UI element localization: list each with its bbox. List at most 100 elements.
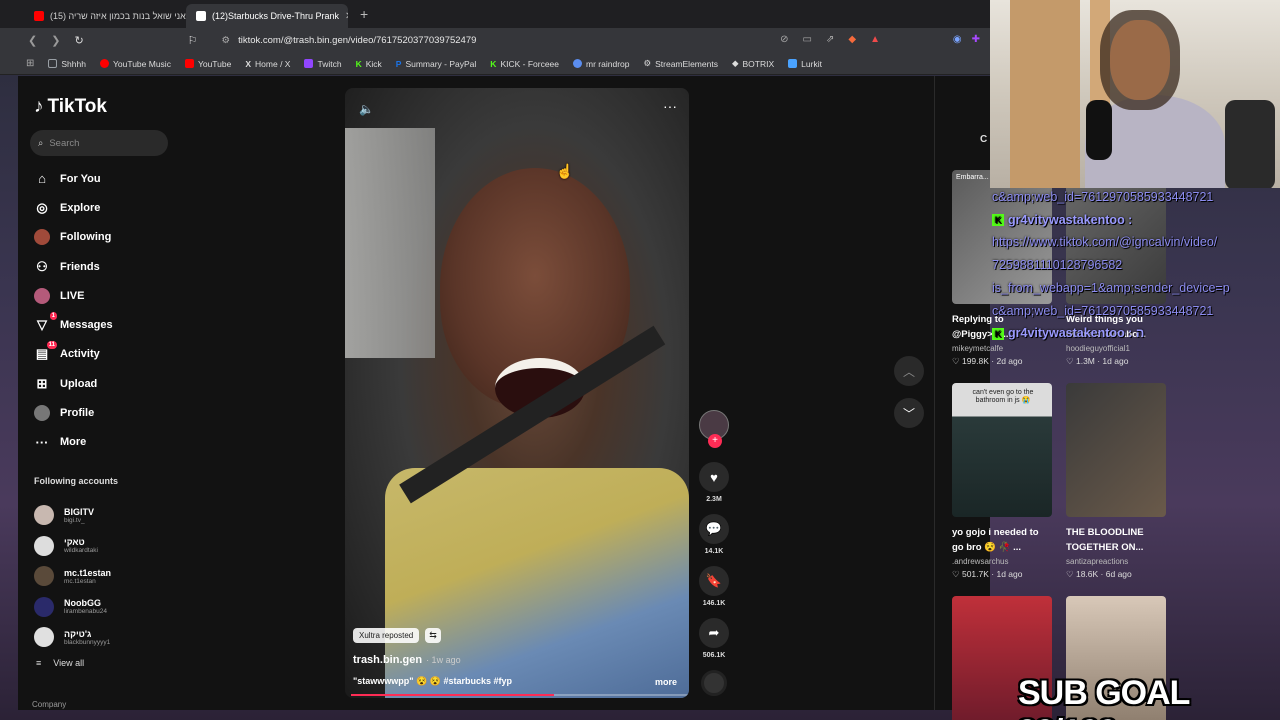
following-account[interactable]: טאקי wildkardtaki bbox=[34, 531, 111, 562]
sidebar-item-upload[interactable]: ⊞ Upload bbox=[34, 369, 113, 398]
video-card-title[interactable]: yo gojo i needed to go bro 😵 🥀 ... bbox=[952, 525, 1052, 555]
browser-tab-tiktok[interactable]: (12)Starbucks Drive-Thru Prank ✕ bbox=[186, 4, 348, 28]
company-link[interactable]: Company bbox=[32, 700, 66, 709]
share-count: 506.1K bbox=[702, 652, 726, 659]
comment-count: 14.1K bbox=[704, 548, 724, 555]
back-button[interactable]: ❮ bbox=[28, 34, 37, 47]
folder-icon bbox=[48, 59, 58, 68]
chat-line: Kgr4vitywastakentoo : ה bbox=[992, 322, 1280, 345]
sidebar-item-explore[interactable]: ◎ Explore bbox=[34, 193, 113, 222]
kick-icon: K bbox=[490, 58, 497, 69]
previous-video-button[interactable]: ︿ bbox=[894, 356, 924, 386]
avatar bbox=[34, 566, 54, 587]
video-thumbnail[interactable] bbox=[1066, 383, 1166, 517]
new-tab-button[interactable]: + bbox=[360, 6, 368, 22]
bookmark-item[interactable]: K Kick bbox=[356, 59, 382, 69]
bookmark-item[interactable]: P Summary - PayPal bbox=[396, 59, 477, 69]
comment-button[interactable]: 💬 bbox=[699, 514, 729, 544]
video-player[interactable]: 🔈 ··· Xultra reposted ⇆ trash.bin.gen · … bbox=[345, 88, 689, 698]
forward-button[interactable]: ❯ bbox=[51, 34, 60, 47]
extension-icon[interactable]: ✚ bbox=[972, 34, 980, 45]
extension-icon[interactable]: ◉ bbox=[953, 34, 962, 45]
sidebar-item-profile[interactable]: Profile bbox=[34, 398, 113, 427]
follow-plus-icon[interactable]: + bbox=[708, 434, 722, 448]
creator-avatar[interactable]: + bbox=[699, 410, 729, 448]
bookmark-item[interactable]: mr raindrop bbox=[573, 59, 629, 69]
view-all-link[interactable]: ≡ View all bbox=[36, 658, 84, 668]
save-count: 146.1K bbox=[702, 600, 726, 607]
twitch-icon bbox=[304, 59, 314, 68]
bookmark-item[interactable]: Shhhh bbox=[48, 59, 86, 69]
bookmark-star-icon[interactable]: ⚐ bbox=[188, 34, 198, 47]
music-disc-icon[interactable] bbox=[701, 670, 727, 696]
bookmark-item[interactable]: ◆ BOTRIX bbox=[732, 58, 774, 69]
following-accounts-heading: Following accounts bbox=[34, 476, 119, 486]
chat-line: https://www.tiktok.com/@igncalvin/video/ bbox=[992, 235, 1218, 250]
tiktok-logo[interactable]: ♪ TikTok bbox=[34, 96, 107, 118]
video-card[interactable]: can't even go to the bathroom in js 😭 yo… bbox=[952, 383, 1052, 580]
video-author[interactable]: trash.bin.gen · 1w ago bbox=[353, 654, 461, 666]
like-button[interactable]: ♥ bbox=[699, 462, 729, 492]
url-field[interactable]: tiktok.com/@trash.bin.gen/video/76175203… bbox=[238, 35, 476, 46]
video-progress-bar[interactable] bbox=[351, 694, 689, 696]
sidebar-item-activity[interactable]: ▤ 11 Activity bbox=[34, 340, 113, 369]
share-button[interactable]: ➦ bbox=[699, 618, 729, 648]
hand-cursor-icon: ☝ bbox=[556, 163, 574, 179]
youtube-icon bbox=[184, 59, 194, 68]
bookmark-item[interactable]: YouTube bbox=[184, 59, 231, 69]
following-account[interactable]: NoobGG lirambenabu24 bbox=[34, 592, 111, 623]
chat-line: c&amp;web_id=7612970585933448721 bbox=[992, 303, 1214, 318]
bookmark-item[interactable]: Lurkit bbox=[788, 59, 822, 69]
search-input[interactable]: ⌕ Search bbox=[30, 130, 168, 156]
sidebar-item-for-you[interactable]: ⌂ For You bbox=[34, 164, 113, 193]
sidebar-item-live[interactable]: LIVE bbox=[34, 281, 113, 310]
bookmark-item[interactable]: X Home / X bbox=[245, 59, 290, 69]
kick-badge-icon: K bbox=[992, 214, 1004, 227]
right-panel-heading: C bbox=[980, 134, 988, 145]
video-card-user[interactable]: mikeymetcalfe bbox=[952, 344, 1052, 353]
caption-more-button[interactable]: more bbox=[655, 677, 677, 687]
activity-badge: 11 bbox=[46, 341, 57, 350]
thumbnail-text: can't even go to the bathroom in js 😭 bbox=[972, 389, 1034, 404]
following-account[interactable]: mc.t1estan mc.t1estan bbox=[34, 561, 111, 592]
repost-icon[interactable]: ⇆ bbox=[425, 628, 441, 643]
bookmark-item[interactable]: YouTube Music bbox=[99, 59, 171, 69]
reposted-badge[interactable]: Xultra reposted bbox=[353, 628, 420, 643]
sidebar-nav: ⌂ For You ◎ Explore Following ⚇ Friends LIV… bbox=[34, 164, 113, 457]
cast-icon[interactable]: ⊘ bbox=[780, 34, 788, 45]
video-card[interactable]: THE BLOODLINE TOGETHER ON... santizaprea… bbox=[1066, 383, 1166, 580]
reload-button[interactable]: ↻ bbox=[74, 34, 83, 47]
video-card-title[interactable]: THE BLOODLINE TOGETHER ON... bbox=[1066, 525, 1166, 555]
following-account[interactable]: ג'טיקה blackbunnyyyy1 bbox=[34, 622, 111, 653]
video-menu-icon[interactable]: ··· bbox=[663, 98, 677, 114]
next-video-button[interactable]: ﹀ bbox=[894, 398, 924, 428]
sidebar-item-messages[interactable]: ▽ 1 Messages bbox=[34, 310, 113, 339]
bookmark-item[interactable]: Twitch bbox=[304, 59, 342, 69]
mute-icon[interactable]: 🔈 bbox=[359, 102, 374, 116]
browser-tab-youtube[interactable]: אני שואל בנות בכמון איזה שריה (15) bbox=[24, 4, 186, 28]
avatar bbox=[34, 627, 54, 648]
compass-icon: ◎ bbox=[36, 199, 48, 215]
video-card-user[interactable]: hoodieguyofficial1 bbox=[1066, 344, 1166, 353]
close-tab-icon[interactable]: ✕ bbox=[345, 11, 348, 22]
apps-grid-icon[interactable]: ⊞ bbox=[26, 58, 34, 69]
screenshot-icon[interactable]: ▭ bbox=[803, 34, 812, 45]
video-card-stats: ♡ 1.3M · 1d ago bbox=[1066, 356, 1129, 366]
sidebar-item-more[interactable]: ··· More bbox=[34, 428, 113, 457]
sidebar-item-following[interactable]: Following bbox=[34, 223, 113, 252]
share-icon[interactable]: ⇗ bbox=[826, 34, 834, 45]
following-account[interactable]: BIGITV bigi.tv_ bbox=[34, 500, 111, 531]
save-button[interactable]: 🔖 bbox=[699, 566, 729, 596]
rewards-icon[interactable]: ▲ bbox=[870, 34, 880, 45]
brave-shield-icon[interactable]: ◆ bbox=[848, 34, 856, 45]
site-settings-icon[interactable]: ⚙ bbox=[222, 35, 231, 46]
video-card-user[interactable]: .andrewsarchus bbox=[952, 557, 1052, 566]
search-icon: ⌕ bbox=[38, 137, 44, 149]
sidebar-item-friends[interactable]: ⚇ Friends bbox=[34, 252, 113, 281]
chat-line: is_from_webapp=1&amp;sender_device=p bbox=[992, 280, 1230, 295]
bookmark-item[interactable]: ⚙ StreamElements bbox=[643, 58, 717, 69]
extensions-area: ◉ ✚ bbox=[953, 34, 980, 45]
video-card-user[interactable]: santizapreactions bbox=[1066, 557, 1166, 566]
bookmark-item[interactable]: K KICK - Forceee bbox=[490, 59, 559, 69]
video-thumbnail[interactable]: can't even go to the bathroom in js 😭 bbox=[952, 383, 1052, 517]
